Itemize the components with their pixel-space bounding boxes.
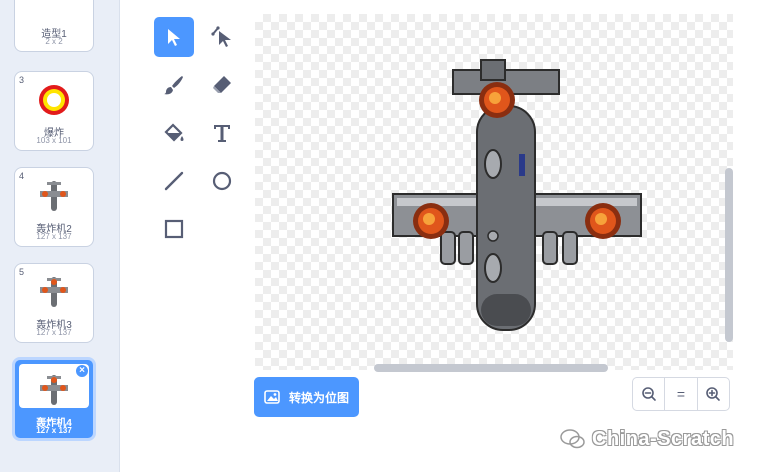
paint-bucket-icon [164,123,184,142]
bomber-icon [36,178,72,214]
bomber-sprite [392,59,642,331]
arrow-cursor-icon [168,29,180,46]
vertical-scrollbar[interactable] [725,168,733,342]
text-icon [214,125,230,142]
costume-size: 127 x 137 [36,426,72,435]
chat-bubble-icon [560,429,585,449]
reshape-icon [211,26,231,47]
line-icon [164,171,184,191]
costume-size: 103 x 101 [36,136,72,145]
zoom-in-icon [706,387,721,401]
circle-tool[interactable] [202,161,242,201]
costume-size: 127 x 137 [36,232,72,241]
costume-number: 3 [19,75,25,85]
zoom-reset-button[interactable]: = [665,378,698,410]
eraser-tool[interactable] [202,65,242,105]
costume-size: 2 x 2 [45,37,63,46]
costume-number: 4 [19,171,25,181]
rectangle-tool[interactable] [154,209,194,249]
costume-tile-5[interactable]: 5 轰炸机3 127 x 137 [14,263,94,343]
bomber-icon [36,372,72,408]
brush-tool[interactable] [154,65,194,105]
explosion-icon [413,203,449,239]
explosion-icon [585,203,621,239]
zoom-controls: = [632,377,730,411]
circle-icon [212,171,232,191]
zoom-in-button[interactable] [698,378,729,410]
rectangle-icon [164,219,184,239]
costume-tile-3[interactable]: 3 爆炸 103 x 101 [14,71,94,151]
convert-to-bitmap-button[interactable]: 转换为位图 [254,377,359,417]
explosion-icon [36,82,72,118]
costume-tile-1[interactable]: 造型1 2 x 2 [14,0,94,52]
brush-icon [164,76,183,95]
watermark-text: China-Scratch [592,427,735,450]
line-tool[interactable] [154,161,194,201]
convert-button-label: 转换为位图 [289,390,350,405]
watermark: China-Scratch [560,424,779,454]
costume-list: 造型1 2 x 2 3 爆炸 103 x 101 4 轰炸机2 127 x 13… [0,0,120,472]
zoom-out-icon [641,387,656,401]
drawing-canvas[interactable] [255,14,733,370]
eraser-icon [213,76,231,93]
costume-tile-6[interactable]: 6 × 轰炸机4 127 x 137 [12,357,96,441]
costume-number: 5 [19,267,25,277]
select-tool[interactable] [154,17,194,57]
paint-editor: 造型1 2 x 2 3 爆炸 103 x 101 4 轰炸机2 127 x 13… [0,0,779,472]
image-icon [264,390,280,404]
bomber-icon [36,274,72,310]
text-tool[interactable] [202,113,242,153]
horizontal-scrollbar[interactable] [374,364,608,372]
fill-tool[interactable] [154,113,194,153]
costume-number: 6 [19,363,25,373]
costume-size: 127 x 137 [36,328,72,337]
delete-costume-button[interactable]: × [75,364,89,378]
reshape-tool[interactable] [202,17,242,57]
costume-tile-4[interactable]: 4 轰炸机2 127 x 137 [14,167,94,247]
zoom-out-button[interactable] [633,378,666,410]
explosion-icon [479,82,515,118]
